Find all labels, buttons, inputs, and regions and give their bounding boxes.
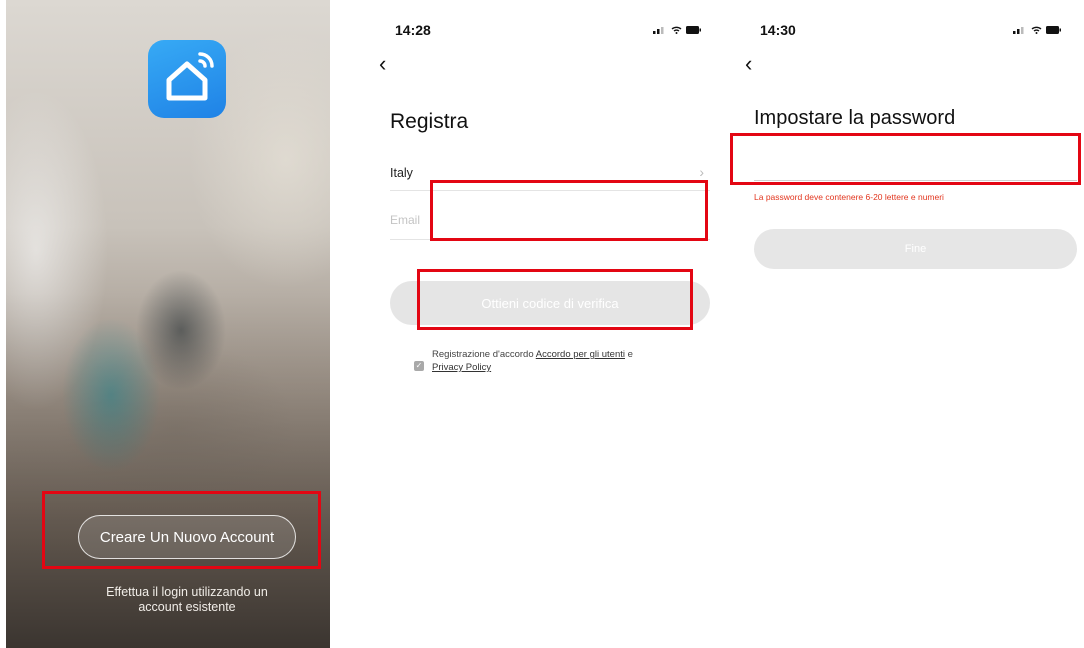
wifi-icon: [1031, 26, 1042, 34]
page-title: Registra: [390, 110, 469, 133]
signal-icon: [1013, 27, 1024, 34]
password-input[interactable]: [754, 156, 1064, 171]
agreement-and: e: [627, 349, 633, 360]
set-password-screen: 14:30 ‹ Impostare la password La passwor…: [730, 0, 1084, 648]
status-time: 14:30: [760, 22, 796, 38]
user-agreement-link[interactable]: Accordo per gli utenti: [536, 349, 625, 360]
smart-home-icon: [148, 40, 226, 118]
signal-icon: [653, 27, 664, 34]
password-field[interactable]: [754, 150, 1077, 181]
status-icons: [1013, 26, 1062, 34]
get-verification-code-button[interactable]: Ottieni codice di verifica: [390, 281, 710, 325]
login-link-line2: account esistente: [138, 600, 236, 614]
privacy-policy-link[interactable]: Privacy Policy: [432, 362, 491, 373]
agreement-text: Registrazione d'accordo Accordo per gli …: [432, 348, 712, 374]
agreement-prefix: Registrazione d'accordo: [432, 349, 534, 360]
login-existing-account-link[interactable]: Effettua il login utilizzando un account…: [60, 585, 314, 615]
welcome-screen: Creare Un Nuovo Account Effettua il logi…: [0, 0, 370, 648]
chevron-left-icon[interactable]: ‹: [379, 53, 386, 75]
email-field[interactable]: [390, 205, 710, 240]
password-hint: La password deve contenere 6-20 lettere …: [754, 192, 944, 202]
battery-icon: [1046, 26, 1061, 34]
status-time: 14:28: [395, 22, 431, 38]
email-input[interactable]: [390, 213, 690, 227]
battery-icon: [686, 26, 701, 34]
country-selector[interactable]: Italy ›: [390, 158, 710, 191]
country-value: Italy: [390, 166, 413, 180]
finish-button[interactable]: Fine: [754, 229, 1077, 269]
login-link-line1: Effettua il login utilizzando un: [106, 585, 268, 599]
status-icons: [653, 26, 702, 34]
chevron-right-icon: ›: [699, 164, 704, 180]
register-screen: 14:28 ‹ Registra Italy › Ottieni codice …: [370, 0, 730, 648]
chevron-left-icon[interactable]: ‹: [745, 53, 752, 75]
page-title: Impostare la password: [754, 107, 956, 129]
create-account-button[interactable]: Creare Un Nuovo Account: [78, 515, 296, 559]
checkbox-checked-icon[interactable]: ✓: [414, 361, 424, 371]
wifi-icon: [671, 26, 682, 34]
